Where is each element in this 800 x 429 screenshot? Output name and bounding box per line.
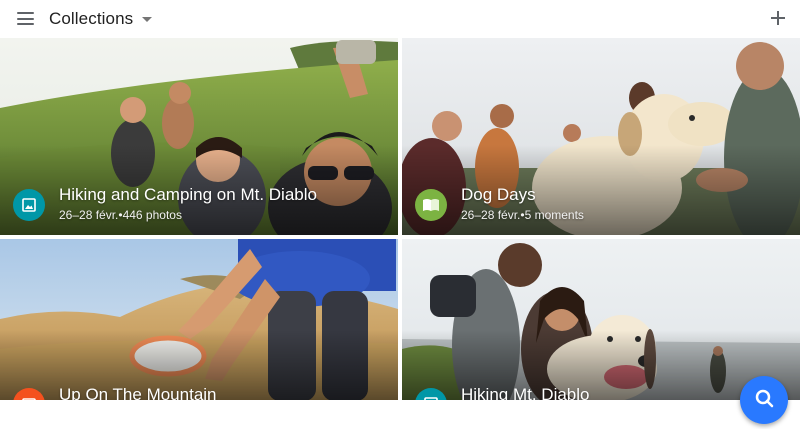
page-title: Collections bbox=[49, 9, 134, 28]
collection-card-up-on-the-mountain[interactable]: Up On The Mountain bbox=[0, 239, 398, 400]
collection-title: Dog Days bbox=[461, 185, 536, 204]
search-fab[interactable] bbox=[740, 376, 788, 424]
collection-subtitle: 26–28 févr.•446 photos bbox=[59, 208, 182, 222]
collection-title: Hiking and Camping on Mt. Diablo bbox=[59, 185, 317, 204]
plus-icon[interactable] bbox=[770, 10, 786, 26]
open-book-icon bbox=[415, 189, 447, 221]
search-icon bbox=[755, 389, 774, 408]
hamburger-menu-icon[interactable] bbox=[17, 12, 34, 25]
collections-dropdown[interactable]: Collections bbox=[49, 8, 153, 30]
collection-title: Hiking Mt. Diablo bbox=[461, 385, 590, 400]
collection-card-hiking-camping[interactable]: Hiking and Camping on Mt. Diablo 26–28 f… bbox=[0, 38, 398, 235]
collection-card-dog-days[interactable]: Dog Days 26–28 févr.•5 moments bbox=[402, 38, 800, 235]
photo-album-icon bbox=[13, 189, 45, 221]
collection-title: Up On The Mountain bbox=[59, 385, 217, 400]
app-bar: Collections bbox=[0, 0, 800, 38]
arrow-drop-down-icon bbox=[142, 17, 153, 22]
collection-subtitle: 26–28 févr.•5 moments bbox=[461, 208, 584, 222]
